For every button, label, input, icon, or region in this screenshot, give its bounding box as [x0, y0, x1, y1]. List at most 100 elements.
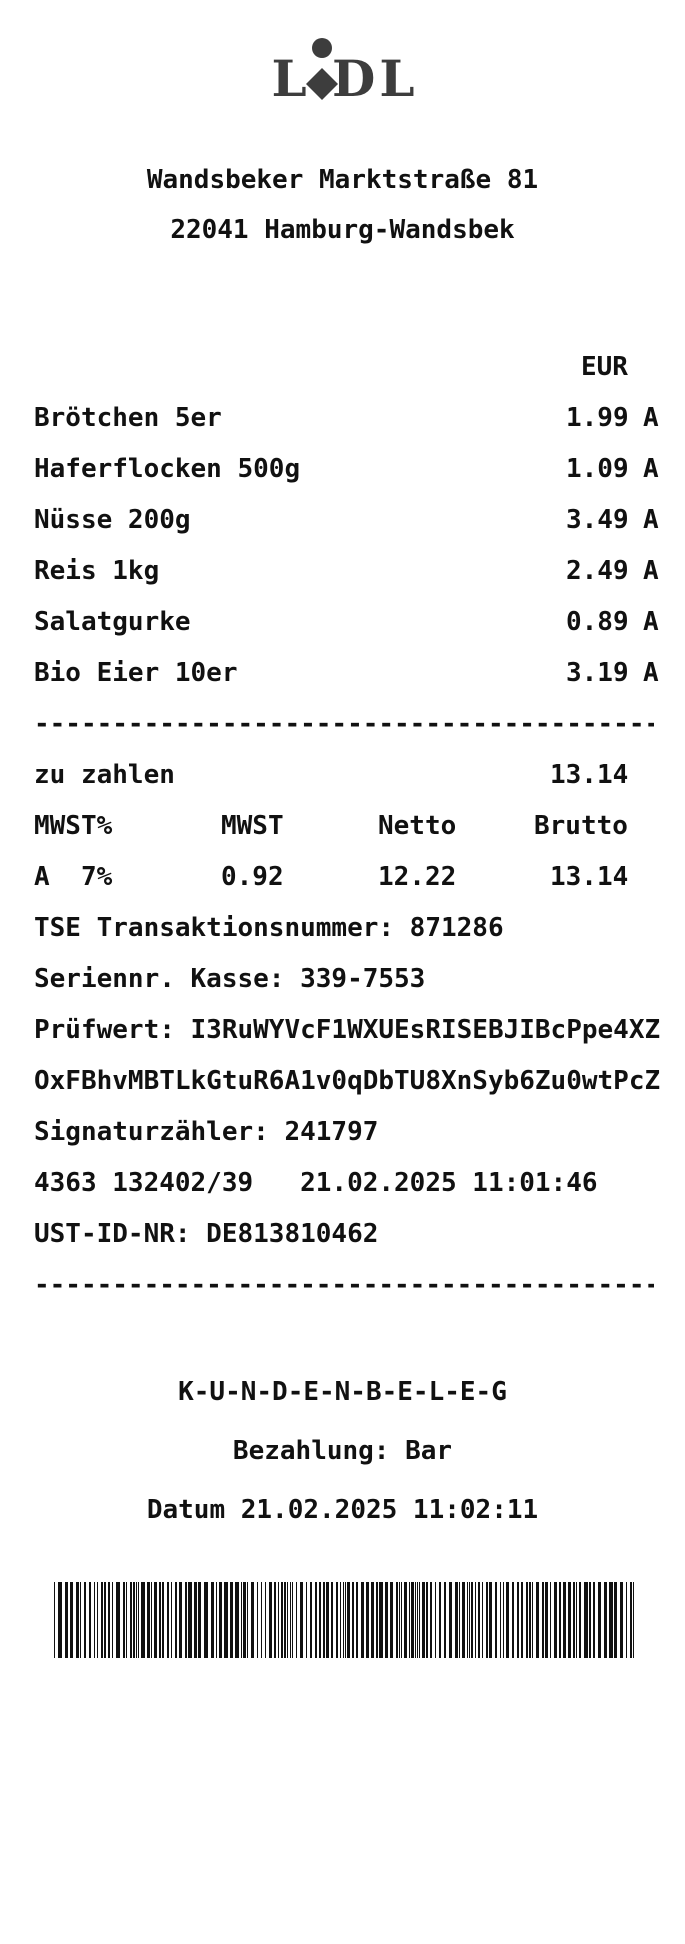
barcode-bar [281, 1582, 283, 1658]
barcode-bar [116, 1582, 120, 1658]
tax-header-brutto: Brutto [534, 811, 628, 841]
barcode-bar [101, 1582, 103, 1658]
barcode-bar [478, 1582, 480, 1658]
barcode-bar [404, 1582, 407, 1658]
barcode-bar [133, 1582, 135, 1658]
barcode-bar [331, 1582, 333, 1658]
barcode-bar [188, 1582, 192, 1658]
barcode-bar [171, 1582, 172, 1658]
barcode-bar [495, 1582, 497, 1658]
barcode-bar [532, 1582, 533, 1658]
barcode-bar [401, 1582, 402, 1658]
barcode-bar [542, 1582, 544, 1658]
barcode-bar [167, 1582, 169, 1658]
item-name: Salatgurke [34, 607, 191, 637]
barcode-bar [559, 1582, 561, 1658]
barcode-bar [326, 1582, 329, 1658]
signature-counter: Signaturzähler: 241797 [34, 1117, 379, 1147]
barcode-bar [151, 1582, 152, 1658]
item-name: Bio Eier 10er [34, 658, 238, 688]
item-price: 3.49 [566, 505, 629, 535]
barcode-bar [503, 1582, 504, 1658]
barcode-bar [136, 1582, 137, 1658]
barcode-bar [138, 1582, 139, 1658]
barcode-bar [230, 1582, 233, 1658]
barcode-bar [257, 1582, 258, 1658]
barcode-bar [409, 1582, 410, 1658]
barcode-bar [633, 1582, 634, 1658]
barcode-bar [278, 1582, 279, 1658]
barcode-bar [604, 1582, 607, 1658]
barcode-bar [550, 1582, 551, 1658]
item-price: 2.49 [566, 556, 629, 586]
barcode-bar [175, 1582, 177, 1658]
barcode-bar [576, 1582, 577, 1658]
barcode-bar [579, 1582, 581, 1658]
currency-label: EUR [581, 352, 628, 382]
item-tax-code: A [643, 403, 659, 433]
barcode-bar [415, 1582, 416, 1658]
barcode-bar [475, 1582, 476, 1658]
barcode-bar [630, 1582, 632, 1658]
barcode-bar [529, 1582, 531, 1658]
barcode-bar [620, 1582, 623, 1658]
tse-transaction-number: TSE Transaktionsnummer: 871286 [34, 913, 504, 943]
barcode-bar [54, 1582, 55, 1658]
barcode-bar [235, 1582, 239, 1658]
barcode-bar [598, 1582, 601, 1658]
barcode-bar [385, 1582, 388, 1658]
barcode-bar [265, 1582, 266, 1658]
barcode-bar [584, 1582, 588, 1658]
barcode-bar [162, 1582, 164, 1658]
barcode-bar [300, 1582, 303, 1658]
barcode-bar [462, 1582, 465, 1658]
item-tax-code: A [643, 607, 659, 637]
barcode-bar [626, 1582, 627, 1658]
barcode-bar [536, 1582, 539, 1658]
item-price: 3.19 [566, 658, 629, 688]
barcode-bar [58, 1582, 62, 1658]
barcode-bar [521, 1582, 523, 1658]
vat-id: UST-ID-NR: DE813810462 [34, 1219, 379, 1249]
barcode-bar [224, 1582, 228, 1658]
barcode-bar [399, 1582, 400, 1658]
barcode [54, 1582, 634, 1658]
barcode-bar [104, 1582, 106, 1658]
barcode-bar [486, 1582, 488, 1658]
item-name: Haferflocken 500g [34, 454, 301, 484]
barcode-bar [84, 1582, 86, 1658]
barcode-bar [376, 1582, 378, 1658]
barcode-bar [469, 1582, 470, 1658]
barcode-bar [269, 1582, 272, 1658]
barcode-bar [112, 1582, 113, 1658]
barcode-bar [216, 1582, 217, 1658]
tax-header-rate: MWST% [34, 811, 113, 841]
barcode-bar [159, 1582, 161, 1658]
barcode-bar [471, 1582, 473, 1658]
barcode-bar [251, 1582, 254, 1658]
barcode-bar [593, 1582, 595, 1658]
barcode-bar [247, 1582, 248, 1658]
barcode-bar [319, 1582, 321, 1658]
tax-row-code: A [34, 862, 50, 892]
total-label: zu zahlen [34, 760, 175, 790]
item-name: Brötchen 5er [34, 403, 222, 433]
store-address-street: Wandsbeker Marktstraße 81 [146, 165, 539, 195]
barcode-bar [194, 1582, 197, 1658]
barcode-bar [243, 1582, 246, 1658]
item-tax-code: A [643, 556, 659, 586]
barcode-bar [123, 1582, 125, 1658]
barcode-bar [614, 1582, 617, 1658]
barcode-bar [512, 1582, 514, 1658]
barcode-bar [345, 1582, 346, 1658]
barcode-bar [306, 1582, 307, 1658]
barcode-bar [80, 1582, 81, 1658]
item-tax-code: A [643, 454, 659, 484]
barcode-bar [526, 1582, 528, 1658]
barcode-bar [347, 1582, 350, 1658]
barcode-bar [482, 1582, 483, 1658]
barcode-bar [340, 1582, 341, 1658]
total-value: 13.14 [550, 760, 629, 790]
register-serial-number: Seriennr. Kasse: 339-7553 [34, 964, 426, 994]
barcode-bar [500, 1582, 501, 1658]
